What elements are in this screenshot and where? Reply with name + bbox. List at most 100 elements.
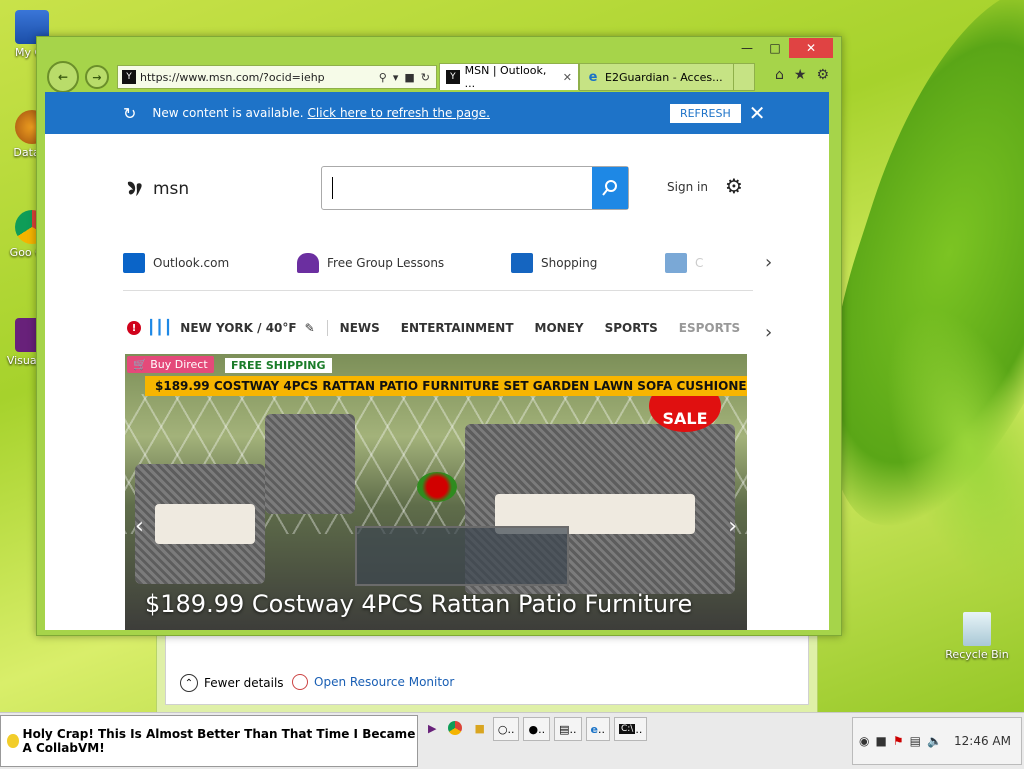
quick-link-shopping[interactable]: Shopping: [511, 252, 665, 274]
fewer-details-button[interactable]: ⌃ Fewer details: [180, 674, 284, 692]
taskbar-app-1[interactable]: ○..: [492, 717, 520, 741]
carousel-prev-icon[interactable]: ‹: [135, 514, 144, 539]
back-button[interactable]: ←: [47, 61, 79, 93]
nav-esports[interactable]: ESPORTS: [679, 321, 740, 335]
forward-button[interactable]: →: [85, 65, 109, 89]
settings-gear-icon[interactable]: ⚙: [816, 67, 829, 83]
taskbar-app-ie[interactable]: e..: [585, 717, 610, 741]
nav-news[interactable]: NEWS: [340, 321, 380, 335]
chevron-right-icon[interactable]: ›: [765, 322, 772, 343]
quick-link-cars[interactable]: C: [665, 252, 725, 274]
refresh-button[interactable]: REFRESH: [669, 103, 741, 123]
msn-favicon-icon: Y: [122, 70, 136, 84]
close-tab-icon[interactable]: ✕: [563, 71, 572, 84]
home-icon[interactable]: ⌂: [775, 67, 784, 83]
hero-image-table: [355, 526, 569, 586]
taskbar-app-3[interactable]: ▤..: [554, 717, 582, 741]
search-icon[interactable]: ⚲: [379, 71, 387, 84]
free-shipping-badge: FREE SHIPPING: [225, 358, 332, 373]
taskbar-app-2[interactable]: ●..: [523, 717, 551, 741]
tab-label: MSN | Outlook, ...: [464, 64, 547, 90]
browser-toolbar-icons: ⌂ ★ ⚙: [775, 67, 829, 83]
gear-icon[interactable]: ⚙: [725, 174, 743, 198]
outlook-icon: [123, 253, 145, 273]
taskbar-apps: ▶ ■ ○.. ●.. ▤.. e.. C:\..: [424, 717, 648, 741]
close-button[interactable]: ✕: [789, 38, 833, 58]
close-icon[interactable]: ✕: [749, 101, 766, 125]
tray-square-icon[interactable]: ■: [875, 734, 886, 748]
weather-location[interactable]: NEW YORK / 40°F: [180, 321, 296, 335]
chevron-right-icon[interactable]: ›: [765, 252, 772, 273]
resource-monitor-icon: [292, 674, 308, 690]
address-tools: ⚲ ▾ ■ ↻: [379, 71, 436, 84]
fewer-details-label: Fewer details: [204, 676, 284, 690]
hero-carousel[interactable]: SALE 🛒 Buy Direct FREE SHIPPING $189.99 …: [125, 354, 747, 630]
tab-msn[interactable]: Y MSN | Outlook, ... ✕: [439, 63, 579, 90]
tray-status-icon[interactable]: ◉: [859, 734, 869, 748]
collabvm-banner[interactable]: Holy Crap! This Is Almost Better Than Th…: [0, 715, 418, 767]
recycle-bin-icon: [963, 612, 991, 646]
edit-pencil-icon[interactable]: ✎: [305, 321, 315, 335]
lock-icon[interactable]: ■: [404, 71, 414, 84]
hero-image-flowers: [417, 472, 457, 502]
dropdown-icon[interactable]: ▾: [393, 71, 399, 84]
text-caret: [332, 177, 333, 199]
quick-links: Outlook.com Free Group Lessons Shopping …: [123, 252, 725, 274]
carousel-next-icon[interactable]: ›: [728, 514, 737, 539]
car-icon: [665, 253, 687, 273]
quick-link-label: Shopping: [541, 256, 598, 270]
sign-in-link[interactable]: Sign in: [667, 180, 708, 194]
taskbar-app-cmd[interactable]: C:\..: [613, 717, 648, 741]
minimize-button[interactable]: —: [733, 38, 761, 58]
forward-arrow-icon: →: [92, 70, 102, 84]
quick-link-label: C: [695, 256, 704, 270]
nav-entertainment[interactable]: ENTERTAINMENT: [401, 321, 514, 335]
hero-image-chair: [265, 414, 355, 514]
command-prompt-icon: C:\: [618, 724, 636, 734]
msn-logo[interactable]: msn: [125, 178, 189, 200]
navigation-bar: ← → Y https://www.msn.com/?ocid=iehp ⚲ ▾…: [45, 61, 833, 93]
volume-icon[interactable]: 🔈: [927, 734, 942, 748]
chrome-icon[interactable]: [444, 717, 466, 739]
visual-studio-icon[interactable]: ▶: [424, 717, 440, 739]
favorites-star-icon[interactable]: ★: [794, 67, 807, 83]
ie-favicon-icon: e: [588, 69, 598, 85]
desktop-icon-recycle-bin[interactable]: Recycle Bin: [942, 612, 1012, 661]
address-bar[interactable]: Y https://www.msn.com/?ocid=iehp ⚲ ▾ ■ ↻: [117, 65, 437, 89]
quick-link-free-group-lessons[interactable]: Free Group Lessons: [297, 252, 511, 274]
msn-logo-text: msn: [153, 179, 190, 199]
refresh-icon[interactable]: ↻: [421, 71, 430, 84]
tab-e2guardian[interactable]: e E2Guardian - Acces...: [579, 63, 745, 91]
tab-label: E2Guardian - Acces...: [605, 70, 723, 84]
chevron-up-icon: ⌃: [180, 674, 198, 692]
nav-money[interactable]: MONEY: [535, 321, 584, 335]
alert-icon[interactable]: !: [127, 321, 141, 335]
action-center-icon[interactable]: ⚑: [893, 734, 904, 748]
notice-message: New content is available.: [152, 106, 304, 120]
taskbar: Holy Crap! This Is Almost Better Than Th…: [0, 712, 1024, 769]
hero-caption[interactable]: $189.99 Costway 4PCS Rattan Patio Furnit…: [145, 590, 692, 618]
category-nav: ! ┃┃┃ NEW YORK / 40°F ✎ NEWS ENTERTAINME…: [127, 320, 761, 336]
search-button[interactable]: [592, 167, 628, 209]
rain-icon: ┃┃┃: [147, 320, 173, 336]
nav-sports[interactable]: SPORTS: [605, 321, 658, 335]
product-banner: $189.99 COSTWAY 4PCS RATTAN PATIO FURNIT…: [145, 376, 747, 396]
ie-icon: e: [590, 722, 598, 736]
folder-icon[interactable]: ■: [470, 717, 488, 739]
new-tab-button[interactable]: [733, 63, 755, 91]
cart-icon: [511, 253, 533, 273]
graduation-cap-icon: [297, 253, 319, 273]
maximize-button[interactable]: □: [761, 38, 789, 58]
search-input[interactable]: [321, 166, 629, 210]
open-resource-monitor-link[interactable]: Open Resource Monitor: [292, 674, 454, 690]
clock[interactable]: 12:46 AM: [954, 734, 1011, 748]
back-arrow-icon: ←: [57, 70, 69, 84]
msn-butterfly-icon: [127, 181, 142, 196]
refresh-link[interactable]: Click here to refresh the page.: [308, 106, 490, 120]
browser-window: — □ ✕ ← → Y https://www.msn.com/?ocid=ie…: [36, 36, 842, 636]
network-icon[interactable]: ▤: [910, 734, 921, 748]
quick-link-outlook[interactable]: Outlook.com: [123, 252, 297, 274]
task-manager-window: ⌃ Fewer details Open Resource Monitor: [156, 628, 818, 716]
quick-link-label: Free Group Lessons: [327, 256, 445, 270]
page-content: ↻ New content is available. Click here t…: [45, 92, 829, 630]
